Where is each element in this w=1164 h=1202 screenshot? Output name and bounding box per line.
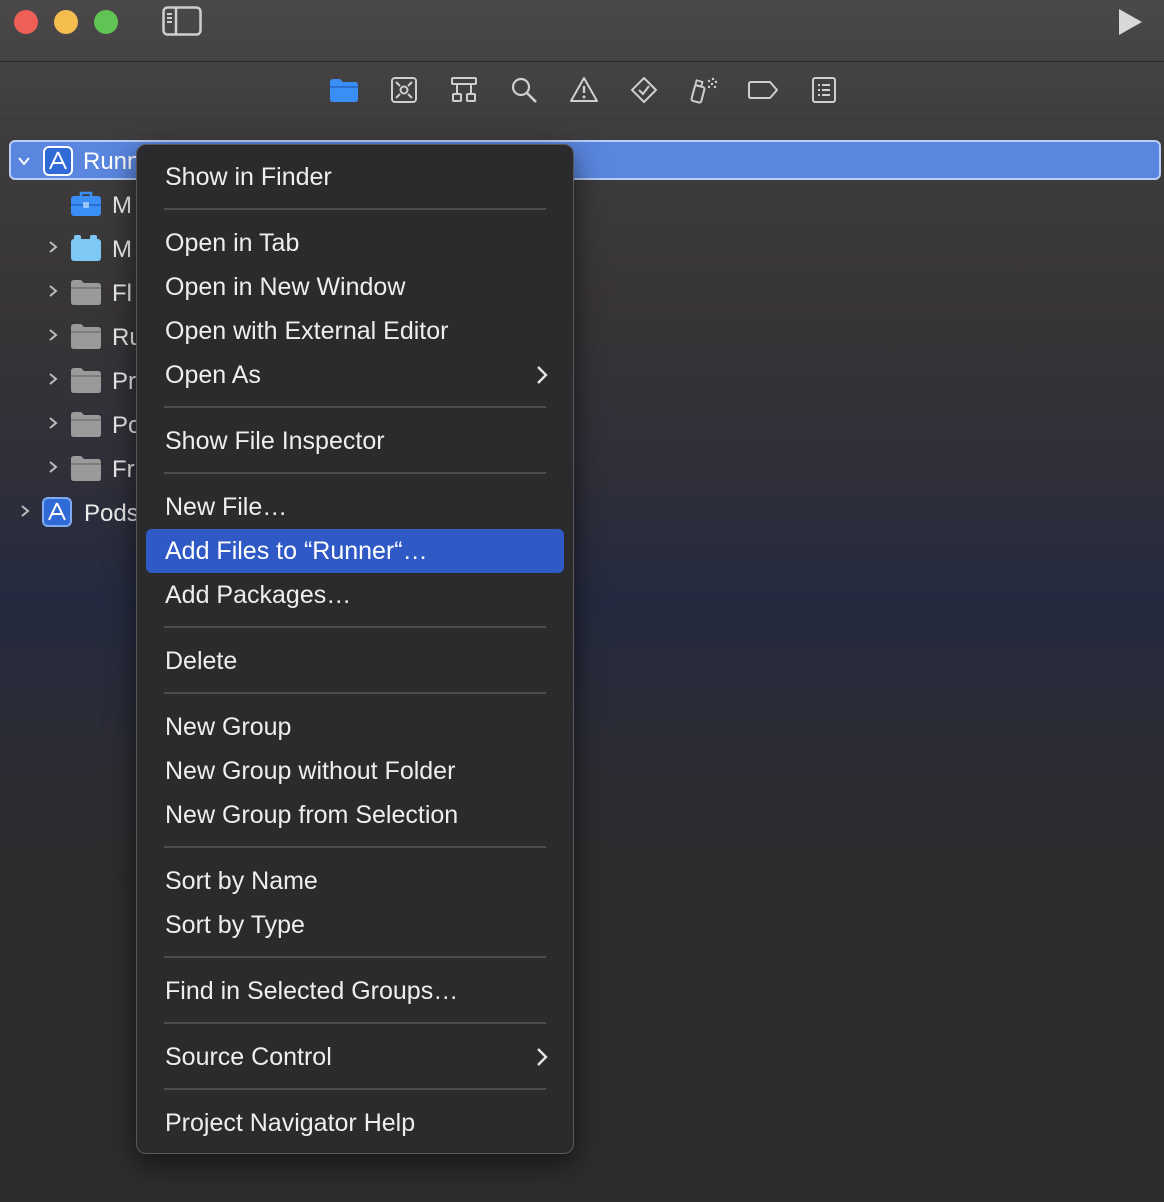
menu-item-open-in-new-window[interactable]: Open in New Window: [146, 265, 564, 309]
menu-item-open-with-external-editor[interactable]: Open with External Editor: [146, 309, 564, 353]
menu-item-project-navigator-help[interactable]: Project Navigator Help: [146, 1101, 564, 1145]
menu-separator: [164, 1088, 546, 1090]
xcode-project-icon: [42, 497, 72, 527]
tree-row-label: Pods: [84, 500, 139, 527]
package-icon: [71, 235, 101, 261]
chevron-right-icon[interactable]: [46, 372, 60, 386]
tree-row-label: Fl: [112, 280, 132, 307]
menu-item-label: Add Files to “Runner“…: [165, 537, 428, 565]
menu-item-label: Add Packages…: [165, 581, 352, 609]
chevron-right-icon: [537, 1048, 548, 1066]
menu-item-add-files[interactable]: Add Files to “Runner“…: [146, 529, 564, 573]
menu-item-label: Open in New Window: [165, 273, 406, 301]
warning-icon[interactable]: [568, 74, 600, 106]
folder-icon[interactable]: [328, 74, 360, 106]
breakpoint-tag-icon[interactable]: [748, 74, 780, 106]
menu-item-label: New Group: [165, 713, 292, 741]
menu-item-label: Find in Selected Groups…: [165, 977, 459, 1005]
menu-item-label: Show in Finder: [165, 163, 332, 191]
menu-item-label: Show File Inspector: [165, 427, 385, 455]
tree-row-label: Runn: [83, 148, 141, 175]
chevron-right-icon[interactable]: [46, 416, 60, 430]
menu-item-show-file-inspector[interactable]: Show File Inspector: [146, 419, 564, 463]
menu-item-show-in-finder[interactable]: Show in Finder: [146, 155, 564, 199]
menu-item-new-group-from-selection[interactable]: New Group from Selection: [146, 793, 564, 837]
chevron-right-icon[interactable]: [46, 460, 60, 474]
zoom-window-button[interactable]: [94, 10, 118, 34]
chevron-right-icon[interactable]: [18, 504, 32, 518]
navigator-divider: [0, 118, 1164, 119]
menu-separator: [164, 956, 546, 958]
menu-separator: [164, 208, 546, 210]
menu-separator: [164, 846, 546, 848]
tree-row-label: Fr: [112, 456, 135, 483]
source-control-icon[interactable]: [388, 74, 420, 106]
menu-item-label: Source Control: [165, 1043, 332, 1071]
report-list-icon[interactable]: [808, 74, 840, 106]
chevron-down-icon[interactable]: [17, 154, 31, 168]
menu-item-sort-by-name[interactable]: Sort by Name: [146, 859, 564, 903]
menu-item-sort-by-type[interactable]: Sort by Type: [146, 903, 564, 947]
menu-item-find-in-selected-groups[interactable]: Find in Selected Groups…: [146, 969, 564, 1013]
menu-item-label: New File…: [165, 493, 288, 521]
menu-item-label: New Group without Folder: [165, 757, 456, 785]
menu-item-new-group-without-folder[interactable]: New Group without Folder: [146, 749, 564, 793]
debug-spray-icon[interactable]: [688, 74, 720, 106]
hierarchy-icon[interactable]: [448, 74, 480, 106]
menu-item-new-file[interactable]: New File…: [146, 485, 564, 529]
folder-icon: [71, 456, 101, 481]
menu-item-delete[interactable]: Delete: [146, 639, 564, 683]
menu-item-new-group[interactable]: New Group: [146, 705, 564, 749]
folder-icon: [71, 412, 101, 437]
folder-icon: [71, 368, 101, 393]
chevron-right-icon[interactable]: [46, 328, 60, 342]
close-window-button[interactable]: [14, 10, 38, 34]
chevron-right-icon: [537, 366, 548, 384]
menu-item-add-packages[interactable]: Add Packages…: [146, 573, 564, 617]
context-menu: Show in Finder Open in Tab Open in New W…: [136, 144, 574, 1154]
menu-item-open-as[interactable]: Open As: [146, 353, 564, 397]
folder-icon: [71, 324, 101, 349]
menu-item-label: New Group from Selection: [165, 801, 459, 829]
menu-item-label: Open in Tab: [165, 229, 300, 257]
search-icon[interactable]: [508, 74, 540, 106]
minimize-window-button[interactable]: [54, 10, 78, 34]
tree-row-label: M: [112, 192, 132, 219]
menu-item-label: Open As: [165, 361, 261, 389]
navigator-selector-bar: [0, 62, 1164, 118]
chevron-right-icon[interactable]: [46, 284, 60, 298]
chevron-right-icon[interactable]: [46, 240, 60, 254]
title-bar: [0, 0, 1164, 62]
tree-row-label: M: [112, 236, 132, 263]
menu-separator: [164, 1022, 546, 1024]
menu-item-label: Open with External Editor: [165, 317, 449, 345]
run-icon[interactable]: [1114, 6, 1146, 38]
xcode-project-icon: [43, 146, 73, 176]
test-diamond-icon[interactable]: [628, 74, 660, 106]
menu-separator: [164, 626, 546, 628]
sidebar-toggle-icon[interactable]: [162, 6, 202, 36]
menu-separator: [164, 406, 546, 408]
menu-separator: [164, 692, 546, 694]
menu-item-label: Project Navigator Help: [165, 1109, 416, 1137]
menu-item-label: Delete: [165, 647, 238, 675]
folder-icon: [71, 280, 101, 305]
toolbox-icon: [71, 191, 101, 216]
menu-separator: [164, 472, 546, 474]
tree-row-label: Pr: [112, 368, 136, 395]
menu-item-source-control[interactable]: Source Control: [146, 1035, 564, 1079]
menu-item-open-in-tab[interactable]: Open in Tab: [146, 221, 564, 265]
menu-item-label: Sort by Type: [165, 911, 305, 939]
menu-item-label: Sort by Name: [165, 867, 318, 895]
